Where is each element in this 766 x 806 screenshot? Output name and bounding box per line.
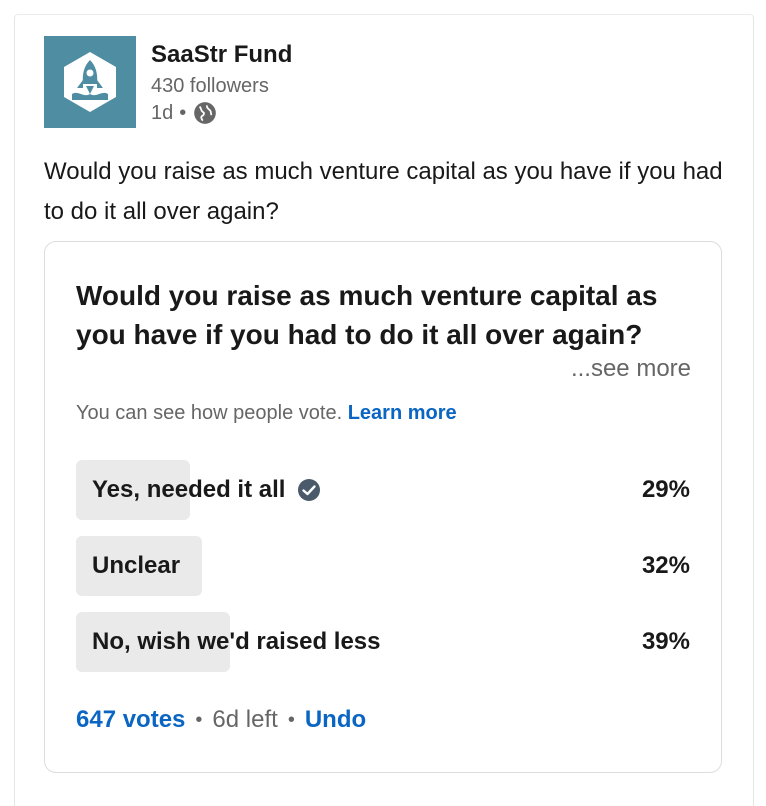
company-logo[interactable] xyxy=(44,36,136,128)
globe-icon xyxy=(194,102,217,124)
post-age: 1d xyxy=(151,102,174,124)
post-body-text: Would you raise as much venture capital … xyxy=(44,158,723,225)
poll-option-percent: 29% xyxy=(641,476,690,503)
poll-option-percent: 32% xyxy=(641,552,690,579)
vote-count-link[interactable]: 647 votes xyxy=(76,706,185,734)
see-more-link[interactable]: ...see more xyxy=(571,355,691,383)
company-name[interactable]: SaaStr Fund xyxy=(151,40,292,70)
poll-option[interactable]: Yes, needed it all 29% xyxy=(76,460,692,520)
poll-option[interactable]: No, wish we'd raised less 39% xyxy=(76,612,692,672)
poll-footer: 647 votes • 6d left • Undo xyxy=(76,706,366,734)
poll-option-label: Unclear xyxy=(92,552,181,579)
post-header: SaaStr Fund 430 followers 1d • xyxy=(44,36,292,128)
post-timestamp: 1d • xyxy=(151,99,292,127)
follower-count: 430 followers xyxy=(151,75,269,97)
checkmark-icon xyxy=(298,479,321,501)
rocket-logo-icon xyxy=(64,52,116,112)
time-left: 6d left xyxy=(212,706,278,733)
poll-question: Would you raise as much venture capital … xyxy=(76,280,658,350)
poll-option-percent: 39% xyxy=(641,628,690,655)
poll-option[interactable]: Unclear 32% xyxy=(76,536,692,596)
learn-more-link[interactable]: Learn more xyxy=(348,402,457,424)
poll-card: Would you raise as much venture capital … xyxy=(44,241,722,773)
separator-dot: • xyxy=(179,102,187,124)
author-meta: SaaStr Fund 430 followers 1d • xyxy=(151,36,292,128)
poll-option-label: Yes, needed it all xyxy=(92,476,286,503)
poll-option-label: No, wish we'd raised less xyxy=(92,628,381,655)
undo-vote-button[interactable]: Undo xyxy=(305,706,366,734)
visibility-text: You can see how people vote. xyxy=(76,402,343,424)
separator-dot: • xyxy=(195,708,203,731)
separator-dot: • xyxy=(287,708,295,731)
vote-visibility-note: You can see how people vote. Learn more xyxy=(76,402,457,425)
